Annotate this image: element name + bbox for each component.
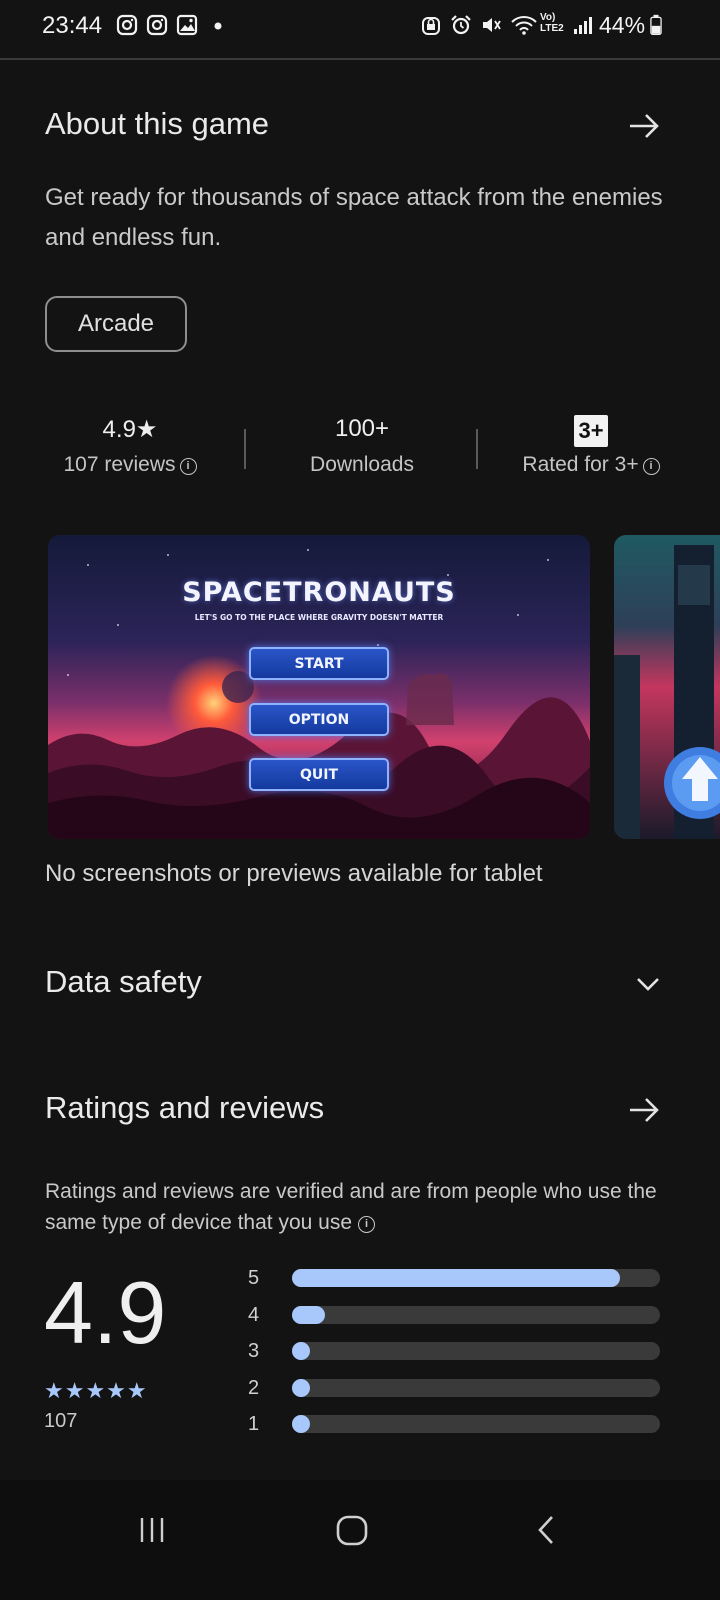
rating-value: 4.9 [102, 416, 136, 443]
rating-stars: ★★★★★ [44, 1378, 148, 1404]
game-screenshot-2[interactable] [614, 535, 720, 839]
instagram-icon [116, 14, 138, 36]
data-safety-title[interactable]: Data safety [45, 964, 202, 1000]
downloads-label: Downloads [310, 453, 414, 476]
about-title: About this game [45, 106, 270, 141]
rating-bar-label: 1 [248, 1413, 260, 1435]
ratings-note-text: Ratings and reviews are verified and are… [45, 1180, 657, 1234]
rating-bar-fill [292, 1342, 310, 1360]
rating-bar-track [292, 1269, 660, 1287]
rating-bar-track [292, 1306, 660, 1324]
rating-bar-label: 4 [248, 1304, 260, 1326]
chevron-down-icon[interactable] [628, 964, 668, 1004]
rating-bar-label: 2 [248, 1377, 260, 1399]
about-description: Get ready for thousands of space attack … [45, 184, 663, 251]
stat-divider [244, 429, 246, 469]
downloads-stat: 100+ Downloads [282, 415, 442, 477]
rating-stat[interactable]: 4.9★ 107 reviews i [50, 415, 210, 477]
status-bar: 23:44 Vo) LTE2 44% [0, 0, 720, 54]
rating-bar-fill [292, 1306, 325, 1324]
game-title-text: SPACETRONAUTS [182, 577, 456, 608]
rating-bar-row: 2 [240, 1377, 670, 1400]
game-option-button: OPTION [249, 703, 389, 736]
about-arrow-icon[interactable] [624, 106, 664, 146]
reviews-count: 107 reviews [63, 453, 176, 476]
battery-icon [650, 14, 662, 35]
content-rating-label: Rated for 3+ [522, 453, 639, 476]
rating-star-icon: ★ [135, 416, 158, 443]
rating-bar-track [292, 1342, 660, 1360]
no-screenshots-text: No screenshots or previews available for… [45, 860, 543, 887]
game-start-button: START [249, 647, 389, 680]
rating-bar-row: 4 [240, 1304, 670, 1327]
rating-bar-track [292, 1379, 660, 1397]
average-rating: 4.9 [44, 1263, 167, 1362]
content-rating-stat[interactable]: 3+ Rated for 3+ i [506, 415, 676, 477]
ratings-note: Ratings and reviews are verified and are… [45, 1176, 685, 1238]
game-screenshot[interactable]: SPACETRONAUTS LET'S GO TO THE PLACE WHER… [48, 535, 590, 839]
rating-bar-row: 3 [240, 1340, 670, 1363]
rating-bar-row: 5 [240, 1267, 670, 1290]
signal-icon [574, 17, 592, 34]
ratings-count: 107 [44, 1410, 78, 1432]
lock-icon [422, 17, 440, 35]
info-icon: i [179, 458, 197, 475]
info-icon[interactable]: i [358, 1216, 376, 1233]
ratings-title[interactable]: Ratings and reviews [45, 1090, 324, 1126]
game-quit-button: QUIT [249, 758, 389, 791]
rating-bar-fill [292, 1379, 310, 1397]
stats-row: 4.9★ 107 reviews i 100+ Downloads 3+ Rate… [0, 415, 720, 495]
status-time: 23:44 [42, 12, 103, 39]
gallery-icon [176, 14, 198, 36]
status-divider [0, 58, 720, 60]
rating-bar-label: 5 [248, 1267, 260, 1289]
alarm-icon [451, 15, 471, 35]
category-chip[interactable]: Arcade [45, 296, 187, 352]
dot-icon [214, 22, 222, 30]
rating-bar-fill [292, 1269, 620, 1287]
screenshot-2-background [614, 535, 720, 839]
content-rating-badge: 3+ [574, 415, 608, 447]
rating-bar-track [292, 1415, 660, 1433]
network-label: Vo) LTE2 [540, 12, 564, 34]
game-subtitle-text: LET'S GO TO THE PLACE WHERE GRAVITY DOES… [194, 613, 444, 622]
navigation-bar [0, 1480, 720, 1600]
battery-percent: 44% [599, 12, 646, 38]
home-icon[interactable] [332, 1510, 372, 1550]
stat-divider [476, 429, 478, 469]
instagram-icon [146, 14, 168, 36]
info-icon: i [642, 458, 660, 475]
stars-icon: ★★★★★ [44, 1378, 148, 1403]
recent-apps-icon[interactable] [136, 1512, 168, 1548]
rating-bar-row: 1 [240, 1413, 670, 1436]
back-icon[interactable] [532, 1510, 562, 1550]
wifi-icon [511, 16, 537, 35]
ratings-arrow-icon[interactable] [624, 1090, 664, 1130]
downloads-value: 100+ [334, 415, 390, 442]
rating-bar-label: 3 [248, 1340, 260, 1362]
mute-icon [483, 18, 501, 32]
rating-bar-fill [292, 1415, 310, 1433]
